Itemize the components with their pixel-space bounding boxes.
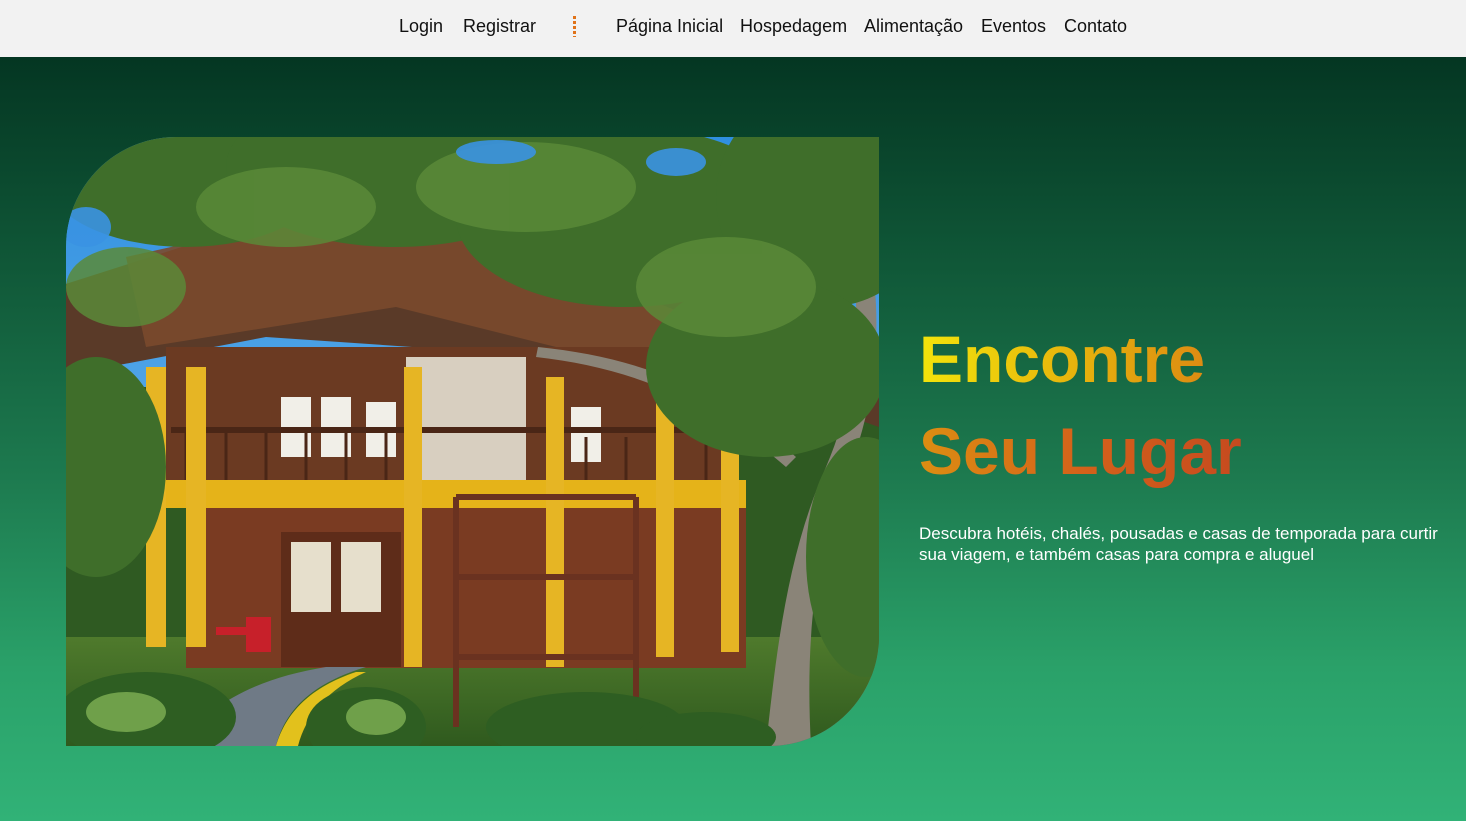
nav-food-link[interactable]: Alimentação: [864, 15, 963, 37]
register-link[interactable]: Registrar: [463, 15, 536, 37]
hero-section: Encontre Seu Lugar Descubra hotéis, chal…: [0, 57, 1466, 821]
nav-home-link[interactable]: Página Inicial: [616, 15, 723, 37]
nav-divider: [573, 16, 576, 37]
top-navigation-bar: Login Registrar Página Inicial Hospedage…: [0, 0, 1466, 57]
login-link[interactable]: Login: [399, 15, 443, 37]
hero-headline-line1: Encontre: [919, 322, 1206, 396]
hero-headline-line2: Seu Lugar: [919, 414, 1242, 488]
nav-events-link[interactable]: Eventos: [981, 15, 1046, 37]
hero-description: Descubra hotéis, chalés, pousadas e casa…: [919, 524, 1438, 564]
nav-lodging-link[interactable]: Hospedagem: [740, 15, 847, 37]
hero-chalet-photo: [66, 137, 879, 746]
nav-contact-link[interactable]: Contato: [1064, 15, 1127, 37]
